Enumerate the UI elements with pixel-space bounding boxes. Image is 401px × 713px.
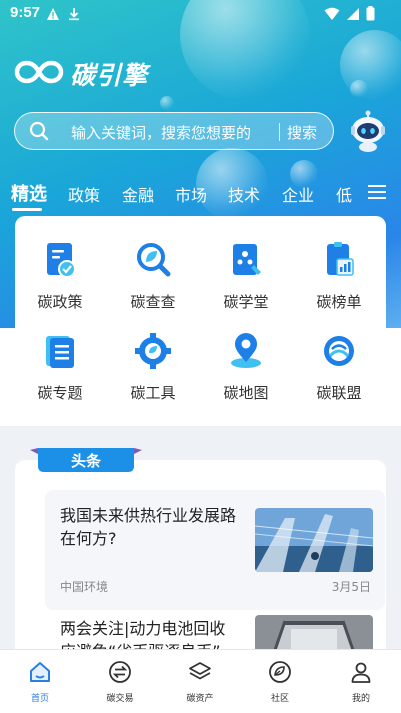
grid-label: 碳学堂: [223, 293, 269, 311]
leaf-search-icon: [113, 241, 193, 283]
tab-market[interactable]: 市场: [175, 182, 207, 206]
nav-label: 社区: [270, 694, 289, 704]
nav-community[interactable]: 社区: [250, 660, 310, 704]
grid-label: 碳查查: [130, 293, 176, 311]
robot-assistant-icon[interactable]: [348, 110, 388, 156]
nav-label: 我的: [351, 694, 370, 704]
topic-list-icon: [20, 332, 100, 374]
nav-label: 碳交易: [106, 694, 134, 704]
exchange-icon: [90, 660, 150, 688]
nav-label: 首页: [30, 694, 49, 704]
wifi-icon: [324, 6, 340, 25]
status-bar: 9:57: [0, 0, 401, 28]
grid-label: 碳政策: [37, 293, 83, 311]
policy-doc-icon: [20, 241, 100, 283]
news-thumbnail: [255, 508, 373, 572]
download-icon: [68, 6, 80, 25]
grid-item-academy[interactable]: 碳学堂: [206, 241, 286, 312]
bottom-nav: 首页 碳交易 碳资产 社区 我的: [0, 649, 401, 713]
tab-enterprise[interactable]: 企业: [282, 182, 314, 206]
tool-gear-icon: [113, 332, 193, 374]
grid-item-topic[interactable]: 碳专题: [20, 332, 100, 403]
search-button[interactable]: 搜索: [287, 122, 317, 143]
grid-label: 碳专题: [37, 384, 83, 402]
signal-icon: [346, 6, 360, 25]
warning-icon: [46, 6, 60, 25]
tab-policy[interactable]: 政策: [68, 182, 100, 206]
tab-selected[interactable]: 精选: [11, 180, 47, 206]
grid-item-search[interactable]: 碳查查: [113, 241, 193, 312]
grid-label: 碳地图: [223, 384, 269, 402]
home-icon: [10, 660, 70, 688]
grid-label: 碳工具: [130, 384, 176, 402]
leaf-community-icon: [250, 660, 310, 688]
nav-label: 碳资产: [186, 694, 214, 704]
headline-label: 头条: [70, 452, 101, 470]
battery-icon: [366, 6, 375, 25]
grid-label: 碳榜单: [316, 293, 362, 311]
grid-item-ranking[interactable]: 碳榜单: [299, 241, 379, 312]
search-bar[interactable]: 输入关键词，搜索您想要的 搜索: [14, 112, 334, 150]
brand-name: 碳引擎: [70, 61, 149, 90]
nav-carbon-trade[interactable]: 碳交易: [90, 660, 150, 704]
news-title: 我国未来供热行业发展路在何方?: [60, 506, 237, 548]
nav-carbon-asset[interactable]: 碳资产: [170, 660, 230, 704]
search-divider: [279, 123, 280, 141]
search-icon: [29, 121, 49, 145]
tab-active-indicator: [12, 208, 42, 211]
headline-news-card: 我国未来供热行业发展路在何方? 中国环境 3月5日 两会关注|动力电池回收应避免…: [15, 460, 386, 660]
tab-finance[interactable]: 金融: [122, 182, 154, 206]
ranking-chart-icon: [299, 241, 379, 283]
decor-bubble: [160, 96, 174, 110]
classroom-book-icon: [206, 241, 286, 283]
menu-icon[interactable]: [368, 184, 386, 204]
layers-icon: [170, 660, 230, 688]
alliance-globe-icon: [299, 332, 379, 374]
news-source: 中国环境: [60, 580, 109, 594]
search-input[interactable]: 输入关键词，搜索您想要的: [71, 122, 251, 143]
nav-profile[interactable]: 我的: [331, 660, 391, 704]
category-tabs: 精选 政策 金融 市场 技术 企业 低: [0, 176, 401, 212]
user-icon: [331, 660, 391, 688]
headline-tag: 头条: [30, 448, 142, 474]
infinity-logo-icon: [14, 57, 64, 91]
tab-low-carbon[interactable]: 低: [336, 182, 352, 206]
grid-item-policy[interactable]: 碳政策: [20, 241, 100, 312]
nav-home[interactable]: 首页: [10, 660, 70, 704]
news-date: 3月5日: [331, 580, 371, 594]
status-time: 9:57: [10, 4, 41, 21]
grid-item-tools[interactable]: 碳工具: [113, 332, 193, 403]
brand-logo: 碳引擎: [14, 56, 148, 92]
map-pin-icon: [206, 332, 286, 374]
decor-bubble: [350, 80, 368, 98]
grid-label: 碳联盟: [316, 384, 362, 402]
news-item[interactable]: 我国未来供热行业发展路在何方? 中国环境 3月5日: [45, 490, 385, 610]
tab-tech[interactable]: 技术: [228, 182, 260, 206]
grid-item-alliance[interactable]: 碳联盟: [299, 332, 379, 403]
grid-item-map[interactable]: 碳地图: [206, 332, 286, 403]
